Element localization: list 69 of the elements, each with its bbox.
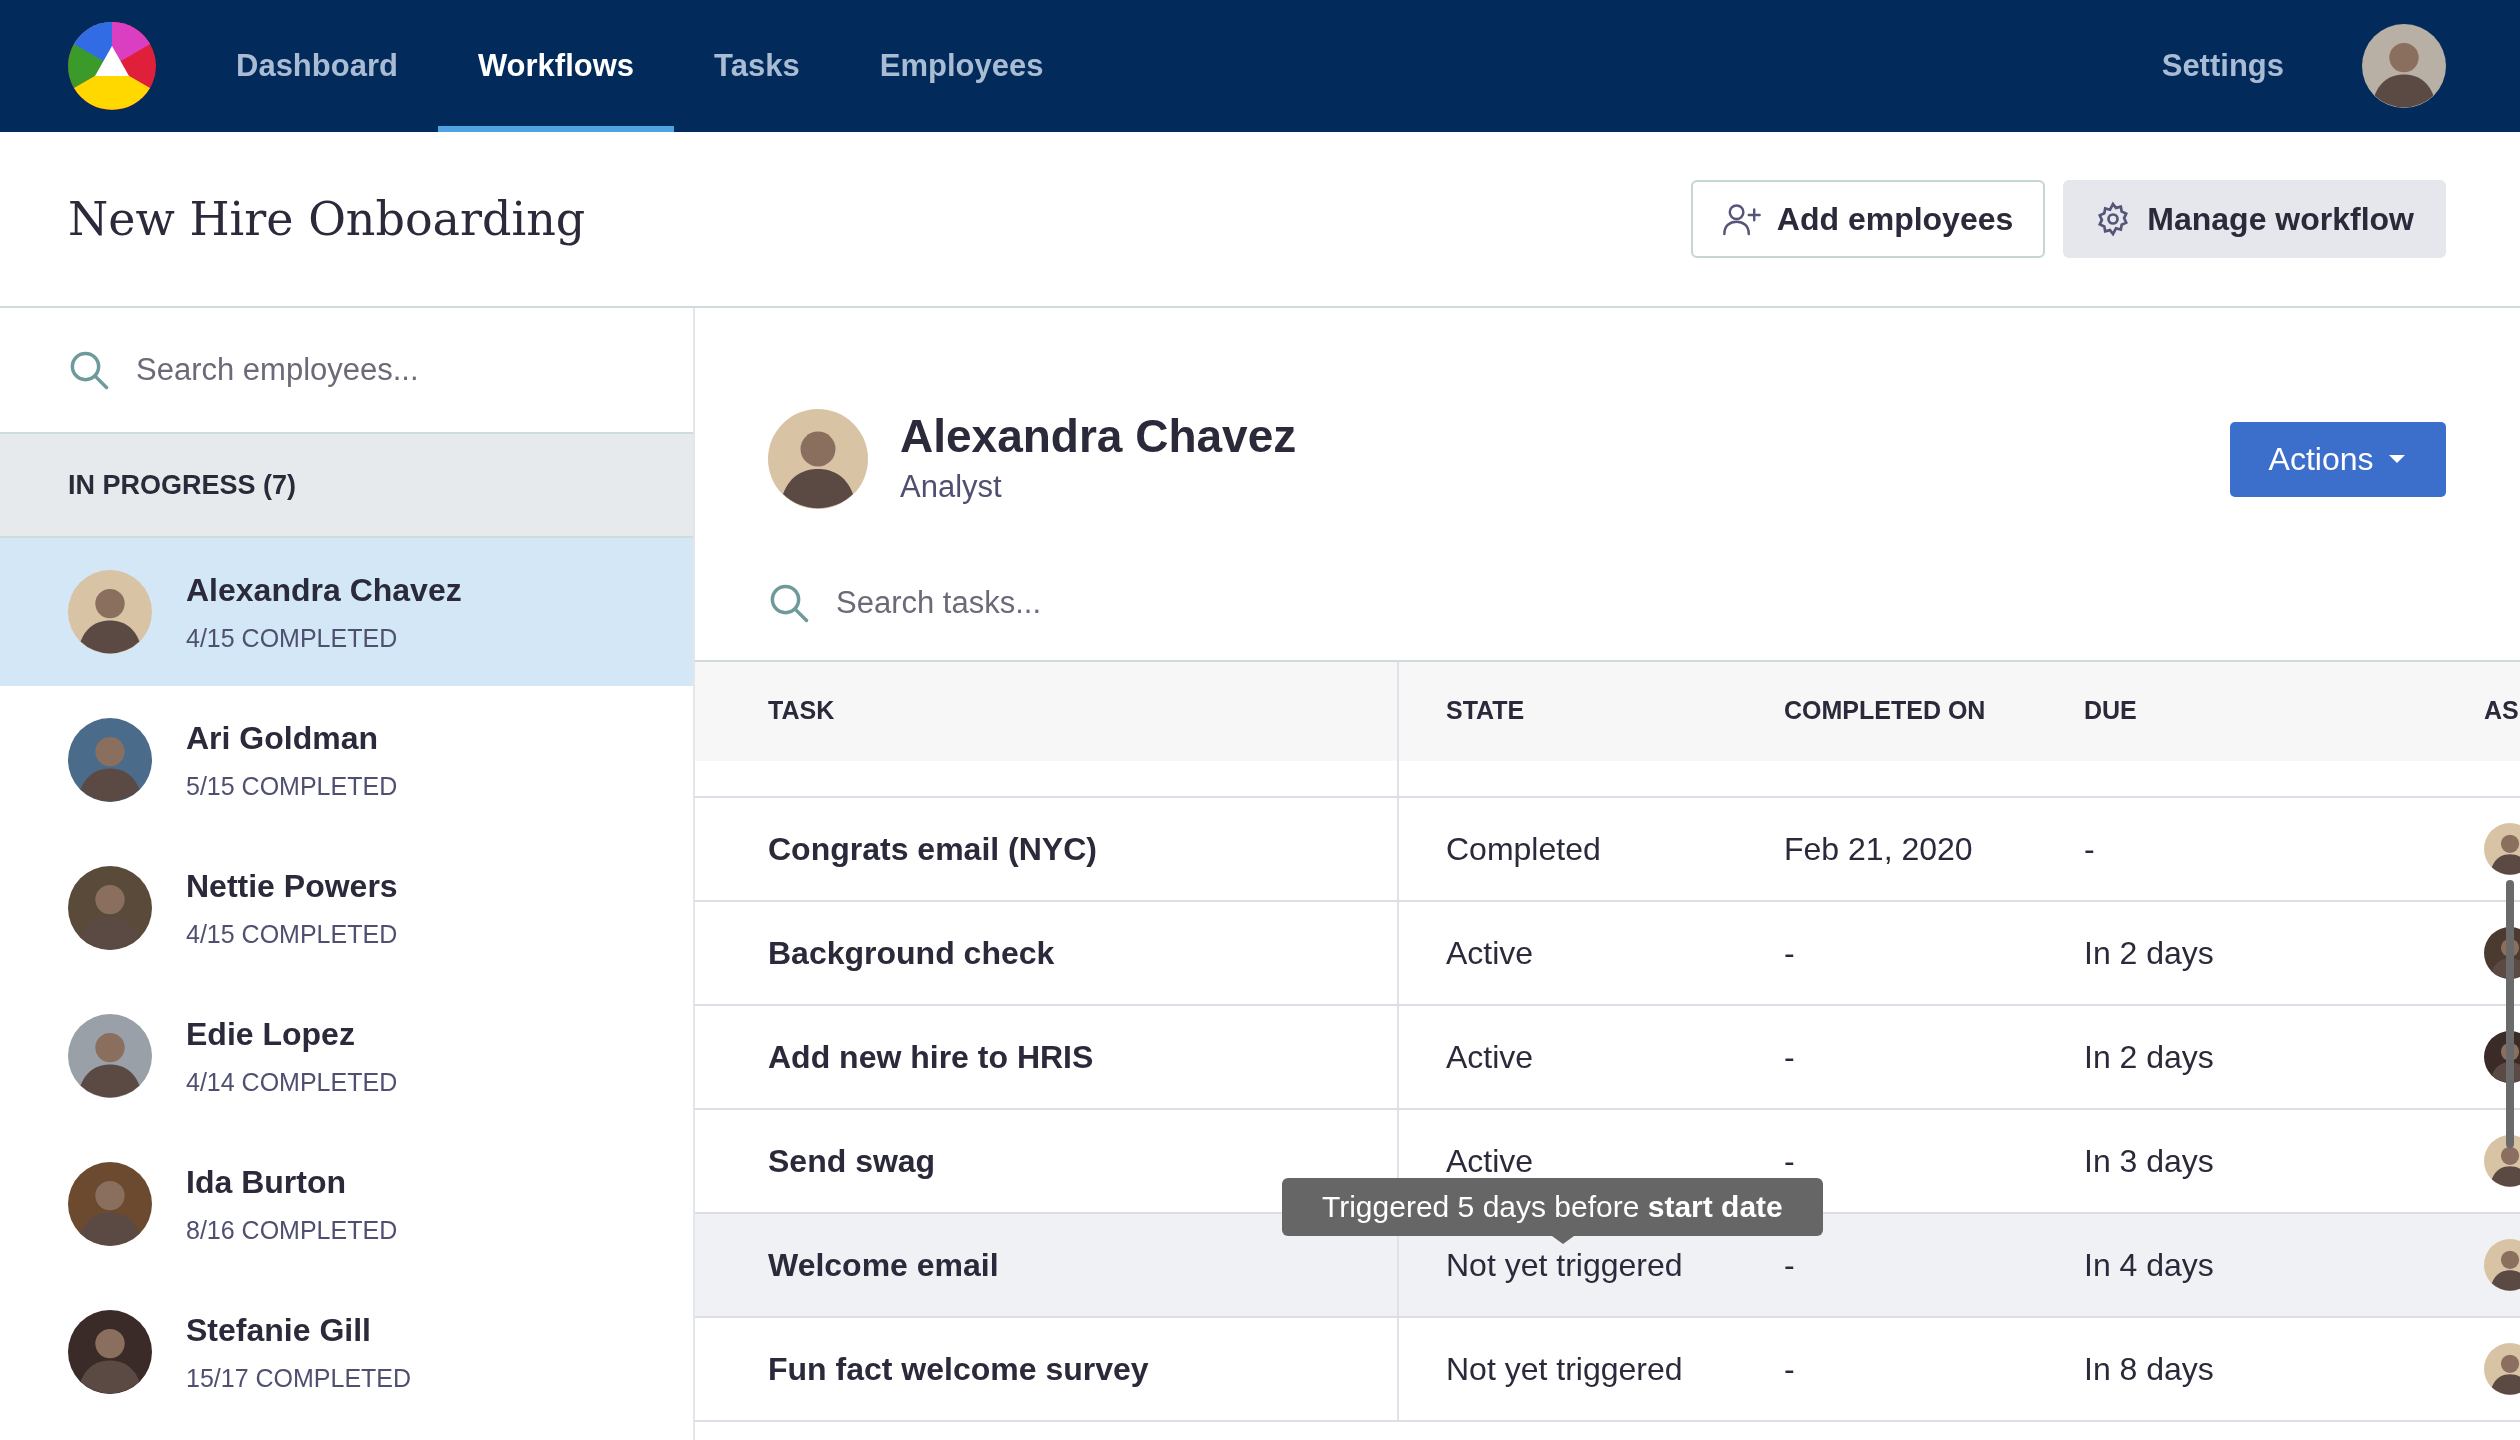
settings-link[interactable]: Settings [2161,42,2284,90]
actions-button[interactable]: Actions [2230,421,2446,497]
employee-name: Alexandra Chavez [186,571,462,611]
completed-date: - [1784,1245,1795,1285]
task-name: Add new hire to HRIS [768,1037,1094,1077]
nav-tab[interactable]: Employees [839,0,1084,132]
column-header: AS [2484,695,2519,727]
progress-text: 8/16 COMPLETED [186,1215,398,1247]
table-row[interactable]: Congrats email (NYC) Completed Feb 21, 2020 - [695,797,2520,902]
employee-name: Ida Burton [186,1163,347,1203]
completed-date: - [1784,1349,1795,1389]
progress-text: 4/15 COMPLETED [186,623,399,655]
avatar [2484,822,2520,875]
task-name: Fun fact welcome survey [768,1349,1149,1389]
task-state: Not yet triggered [1446,1245,1683,1285]
task-state: Active [1446,933,1534,973]
manage-workflow-button[interactable]: Manage workflow [2063,180,2446,258]
table-row[interactable]: Fun fact welcome survey Not yet triggered - In 8 days [695,1317,2520,1422]
progress-text: 5/15 COMPLETED [186,771,398,803]
column-header: COMPLETED ON [1784,695,1986,727]
logo-icon [68,22,156,110]
tooltip: Triggered 5 days before start date [1282,1177,1823,1236]
task-name: Congrats email (NYC) [768,829,1097,869]
job-title: Analyst [900,468,1003,506]
completed-date: - [1784,1037,1795,1077]
group-heading: IN PROGRESS (7) [68,468,297,502]
progress-text: 15/17 COMPLETED [186,1363,412,1395]
due-date: In 2 days [2084,1037,2214,1077]
column-header: STATE [1446,695,1525,727]
task-state: Active [1446,1037,1534,1077]
column-header: TASK [768,695,835,727]
task-state: Completed [1446,829,1601,869]
table-row[interactable]: Add new hire to HRIS Active - In 2 days [695,1005,2520,1110]
employee-name: Edie Lopez [186,1015,356,1055]
nav-tab[interactable]: Tasks [674,0,840,132]
employee-name: Stefanie Gill [186,1311,372,1351]
nav-tab[interactable]: Dashboard [196,0,438,132]
completed-date: - [1784,933,1795,973]
task-search-field[interactable]: Search tasks... [836,579,2520,627]
due-date: In 2 days [2084,933,2214,973]
add-person-icon [1722,202,1761,236]
search-icon [68,349,110,391]
scrollbar[interactable] [2506,880,2514,1148]
employee-name: Ari Goldman [186,719,379,759]
avatar [2484,1134,2520,1187]
avatar [2484,1342,2520,1395]
employee-name: Nettie Powers [186,867,398,907]
task-state: Not yet triggered [1446,1349,1683,1389]
avatar [2484,1238,2520,1291]
employee-item[interactable]: Alexandra Chavez 4/15 COMPLETED [0,538,693,686]
completed-date: Feb 21, 2020 [1784,829,1973,869]
employee-name: Alexandra Chavez [900,409,1298,464]
due-date: - [2084,829,2095,869]
task-name: Background check [768,933,1055,973]
page-title: New Hire Onboarding [68,190,587,248]
user-avatar[interactable] [2362,24,2446,108]
add-employees-button[interactable]: Add employees [1690,180,2046,258]
progress-text: 4/15 COMPLETED [186,919,398,951]
table-row[interactable]: Background check Active - In 2 days [695,901,2520,1006]
employee-search-field[interactable]: Search employees... [136,346,625,394]
column-header: DUE [2084,695,2137,727]
caret-icon [2387,453,2408,466]
search-icon [768,582,810,624]
due-date: In 4 days [2084,1245,2214,1285]
progress-text: 4/14 COMPLETED [186,1067,398,1099]
task-name: Welcome email [768,1245,999,1285]
nav-tab[interactable]: Workflows [437,0,675,132]
tooltip-pointer [1552,1235,1574,1244]
due-date: In 8 days [2084,1349,2214,1389]
